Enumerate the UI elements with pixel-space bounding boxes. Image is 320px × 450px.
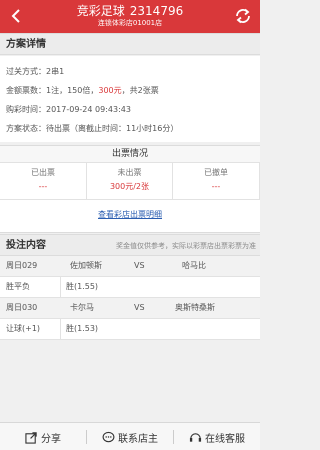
pick-row: 让球(+1) 胜(1.53)	[0, 319, 260, 340]
pick-value: 胜(1.55)	[66, 282, 99, 291]
cell-divider	[60, 319, 61, 339]
ticket-col-issued: 已出票 ---	[0, 163, 87, 199]
ticket-divider	[0, 199, 260, 200]
pass-type: 过关方式：2串1	[6, 67, 65, 76]
headset-icon	[189, 432, 202, 442]
cancelled-value: ---	[211, 182, 221, 191]
pending-value: 300元/2张	[109, 182, 150, 191]
away-team: 奥斯特桑斯	[175, 303, 215, 312]
detail-section-title: 方案详情	[6, 39, 46, 50]
pick-row: 胜平负 胜(1.55)	[0, 277, 260, 298]
home-team: 佐加顿斯	[70, 261, 102, 270]
header-bar: 竞彩足球 2314796 连锁体彩店01001店	[0, 0, 260, 33]
ticket-status-title: 出票情况	[0, 146, 260, 163]
pending-label: 未出票	[117, 168, 142, 177]
bet-section-header: 投注内容 奖金值仅供参考，实际以彩票店出票彩票为准	[0, 234, 260, 256]
share-button[interactable]: 分享	[0, 423, 86, 450]
contact-label: 联系店主	[118, 433, 158, 445]
bet-section-title: 投注内容	[6, 240, 46, 251]
online-service-button[interactable]: 在线客服	[174, 423, 260, 450]
issued-label: 已出票	[31, 168, 55, 177]
cancelled-label: 已撤单	[204, 168, 228, 177]
ticket-col-cancelled: 已撤单 ---	[173, 163, 260, 199]
away-team: 哈马比	[182, 261, 206, 270]
ticket-status-panel: 出票情况 已出票 --- 未出票 300元/2张 已撤单 --- 查看彩店出票明…	[0, 145, 260, 233]
match-row: 周日029 佐加顿斯 VS 哈马比	[0, 256, 260, 277]
pick-value: 胜(1.53)	[66, 324, 99, 333]
store-name: 连锁体彩店01001店	[97, 19, 163, 27]
plan-status: 方案状态：待出票（离截止时间：11小时16分）	[6, 124, 179, 133]
play-type: 让球(+1)	[6, 324, 41, 333]
buy-time: 购彩时间：2017-09-24 09:43:43	[6, 105, 131, 114]
page-title: 竞彩足球 2314796	[0, 4, 260, 18]
ticket-detail-link[interactable]: 查看彩店出票明细	[0, 210, 260, 220]
service-label: 在线客服	[205, 433, 245, 445]
amount-row: 金额票数：1注，150倍，300元，共2张票	[6, 86, 159, 96]
amount-value: 300元	[98, 86, 122, 95]
match-row: 周日030 卡尔马 VS 奥斯特桑斯	[0, 298, 260, 319]
title-text: 竞彩足球	[76, 4, 125, 18]
amount-prefix: 金额票数：1注，150倍，	[6, 86, 99, 95]
contact-owner-button[interactable]: 联系店主	[87, 423, 173, 450]
detail-section-header: 方案详情	[0, 33, 260, 55]
plan-id: 2314796	[129, 4, 184, 18]
chat-icon	[102, 431, 115, 442]
vs-label: VS	[134, 303, 145, 312]
vs-label: VS	[134, 261, 145, 270]
cell-divider	[60, 277, 61, 297]
ticket-col-pending: 未出票 300元/2张	[87, 163, 173, 199]
plan-detail: 过关方式：2串1 金额票数：1注，150倍，300元，共2张票 购彩时间：201…	[0, 56, 260, 142]
share-label: 分享	[41, 433, 61, 445]
play-type: 胜平负	[6, 282, 30, 291]
match-code: 周日030	[6, 303, 38, 312]
amount-suffix: ，共2张票	[121, 86, 159, 95]
bet-note: 奖金值仅供参考，实际以彩票店出票彩票为准	[116, 242, 256, 250]
refresh-icon[interactable]	[234, 7, 252, 25]
home-team: 卡尔马	[70, 303, 94, 312]
share-icon	[25, 431, 37, 444]
match-code: 周日029	[6, 261, 38, 270]
bottom-action-bar: 分享 联系店主 在线客服	[0, 422, 260, 450]
issued-value: ---	[38, 182, 48, 191]
